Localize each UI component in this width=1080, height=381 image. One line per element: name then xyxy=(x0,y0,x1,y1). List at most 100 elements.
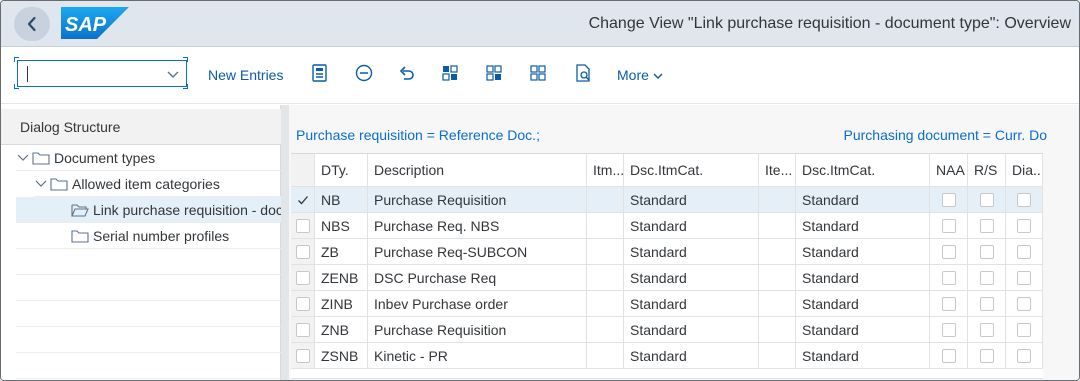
tree-item-allowed-item-categories[interactable]: Allowed item categories xyxy=(34,171,281,197)
tree-item-serial-number-profiles[interactable]: Serial number profiles xyxy=(16,223,281,249)
select-all-icon[interactable] xyxy=(441,63,461,83)
row-select-box[interactable] xyxy=(295,270,310,285)
naa-checkbox[interactable] xyxy=(941,218,956,233)
column-header-description[interactable]: Description xyxy=(368,154,587,186)
table-row[interactable]: ZINB Inbev Purchase order Standard Standard xyxy=(291,291,1043,317)
cell-ite xyxy=(759,213,796,238)
column-header-dsc-itmcat-2[interactable]: Dsc.ItmCat. xyxy=(796,154,930,186)
row-selector[interactable] xyxy=(291,265,315,290)
rs-checkbox-cell xyxy=(968,239,1006,264)
cell-dsc-itmcat-2: Standard xyxy=(796,291,930,316)
rs-checkbox[interactable] xyxy=(979,348,994,363)
dia-checkbox[interactable] xyxy=(1017,270,1031,285)
naa-checkbox[interactable] xyxy=(941,244,956,259)
dia-checkbox-cell xyxy=(1006,317,1043,342)
cell-ite xyxy=(759,317,796,342)
dia-checkbox[interactable] xyxy=(1017,296,1031,311)
select-all-header[interactable] xyxy=(291,154,315,186)
dia-checkbox[interactable] xyxy=(1017,218,1031,233)
select-block-icon[interactable] xyxy=(485,63,505,83)
table-row[interactable]: ZENB DSC Purchase Req Standard Standard xyxy=(291,265,1043,291)
row-selector[interactable] xyxy=(291,187,315,212)
naa-checkbox[interactable] xyxy=(941,192,956,207)
cell-itm xyxy=(587,265,624,290)
chevron-left-icon xyxy=(27,16,36,32)
rs-checkbox[interactable] xyxy=(979,296,994,311)
cell-dsc-itmcat-1: Standard xyxy=(624,291,759,316)
cell-itm xyxy=(587,239,624,264)
rs-checkbox-cell xyxy=(968,291,1006,316)
toolbar: New Entries More xyxy=(1,48,1079,104)
dia-checkbox[interactable] xyxy=(1017,244,1031,259)
rs-checkbox[interactable] xyxy=(979,244,994,259)
row-select-box[interactable] xyxy=(295,218,310,233)
column-header-dsc-itmcat-1[interactable]: Dsc.ItmCat. xyxy=(624,154,759,186)
focus-corner xyxy=(183,84,188,89)
row-select-box[interactable] xyxy=(295,296,310,311)
print-preview-icon[interactable] xyxy=(573,63,593,83)
more-menu-button[interactable]: More xyxy=(617,67,664,83)
cell-dsc-itmcat-2: Standard xyxy=(796,343,930,368)
command-field[interactable] xyxy=(17,60,187,87)
cell-description: DSC Purchase Req xyxy=(368,265,587,290)
row-selector[interactable] xyxy=(291,213,315,238)
undo-icon[interactable] xyxy=(397,63,417,83)
rs-checkbox[interactable] xyxy=(979,270,994,285)
table-row[interactable]: NBS Purchase Req. NBS Standard Standard xyxy=(291,213,1043,239)
row-selector[interactable] xyxy=(291,239,315,264)
dialog-structure-title: Dialog Structure xyxy=(1,109,281,145)
naa-checkbox[interactable] xyxy=(941,270,956,285)
naa-checkbox-cell xyxy=(930,317,968,342)
naa-checkbox-cell xyxy=(930,187,968,212)
back-button[interactable] xyxy=(14,7,50,41)
row-selector[interactable] xyxy=(291,343,315,368)
deselect-all-icon[interactable] xyxy=(529,63,549,83)
dia-checkbox[interactable] xyxy=(1017,322,1031,337)
column-header-ite[interactable]: Ite... xyxy=(759,154,796,186)
chevron-down-icon[interactable] xyxy=(34,177,48,191)
reference-doc-header: Purchase requisition = Reference Doc.; xyxy=(296,127,540,143)
rs-checkbox[interactable] xyxy=(979,192,994,207)
tree-empty-row xyxy=(16,353,281,379)
rs-checkbox[interactable] xyxy=(979,322,994,337)
cell-itm xyxy=(587,291,624,316)
panel-splitter[interactable] xyxy=(281,105,289,380)
row-select-box[interactable] xyxy=(295,244,310,259)
naa-checkbox[interactable] xyxy=(941,348,956,363)
rs-checkbox[interactable] xyxy=(979,218,994,233)
dia-checkbox[interactable] xyxy=(1017,192,1031,207)
cell-itm xyxy=(587,317,624,342)
chevron-down-icon[interactable] xyxy=(16,151,30,165)
column-header-itm[interactable]: Itm... xyxy=(587,154,624,186)
column-header-dia[interactable]: Dia... xyxy=(1006,154,1043,186)
column-header-rs[interactable]: R/S xyxy=(968,154,1006,186)
naa-checkbox[interactable] xyxy=(941,322,956,337)
cell-description: Purchase Requisition xyxy=(368,317,587,342)
row-selector[interactable] xyxy=(291,291,315,316)
cell-dty: ZINB xyxy=(315,291,368,316)
row-select-box[interactable] xyxy=(295,322,310,337)
tree-item-document-types[interactable]: Document types xyxy=(16,145,281,171)
dia-checkbox[interactable] xyxy=(1017,348,1031,363)
new-entries-button[interactable]: New Entries xyxy=(208,67,283,83)
naa-checkbox[interactable] xyxy=(941,296,956,311)
row-selector[interactable] xyxy=(291,317,315,342)
chevron-down-icon[interactable] xyxy=(165,66,181,82)
table-row[interactable]: ZSNB Kinetic - PR Standard Standard xyxy=(291,343,1043,369)
more-label: More xyxy=(617,67,649,83)
row-select-box[interactable] xyxy=(295,348,310,363)
table-row[interactable]: ZNB Purchase Requisition Standard Standard xyxy=(291,317,1043,343)
table-header-row: DTy. Description Itm... Dsc.ItmCat. Ite.… xyxy=(291,154,1043,187)
column-header-naa[interactable]: NAA xyxy=(930,154,968,186)
tree-item-label: Document types xyxy=(54,149,156,166)
table-row[interactable]: NB Purchase Requisition Standard Standard xyxy=(291,187,1043,213)
folder-icon xyxy=(32,151,50,165)
tree-item-link-purchase-requisition[interactable]: Link purchase requisition - document typ… xyxy=(16,197,281,223)
cell-dsc-itmcat-2: Standard xyxy=(796,213,930,238)
details-icon[interactable] xyxy=(310,63,330,83)
column-header-dty[interactable]: DTy. xyxy=(315,154,368,186)
remove-icon[interactable] xyxy=(354,63,374,83)
dia-checkbox-cell xyxy=(1006,265,1043,290)
table-row[interactable]: ZB Purchase Req-SUBCON Standard Standard xyxy=(291,239,1043,265)
folder-open-icon xyxy=(71,203,89,217)
